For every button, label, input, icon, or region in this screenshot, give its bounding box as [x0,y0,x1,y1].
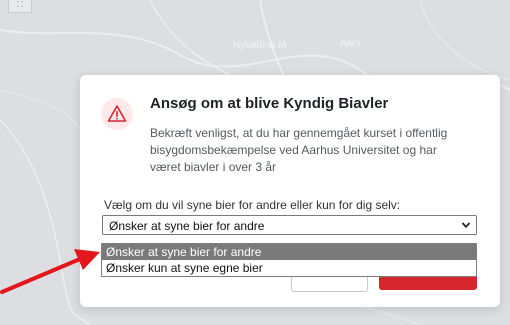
annotation-arrow-icon [0,249,100,294]
